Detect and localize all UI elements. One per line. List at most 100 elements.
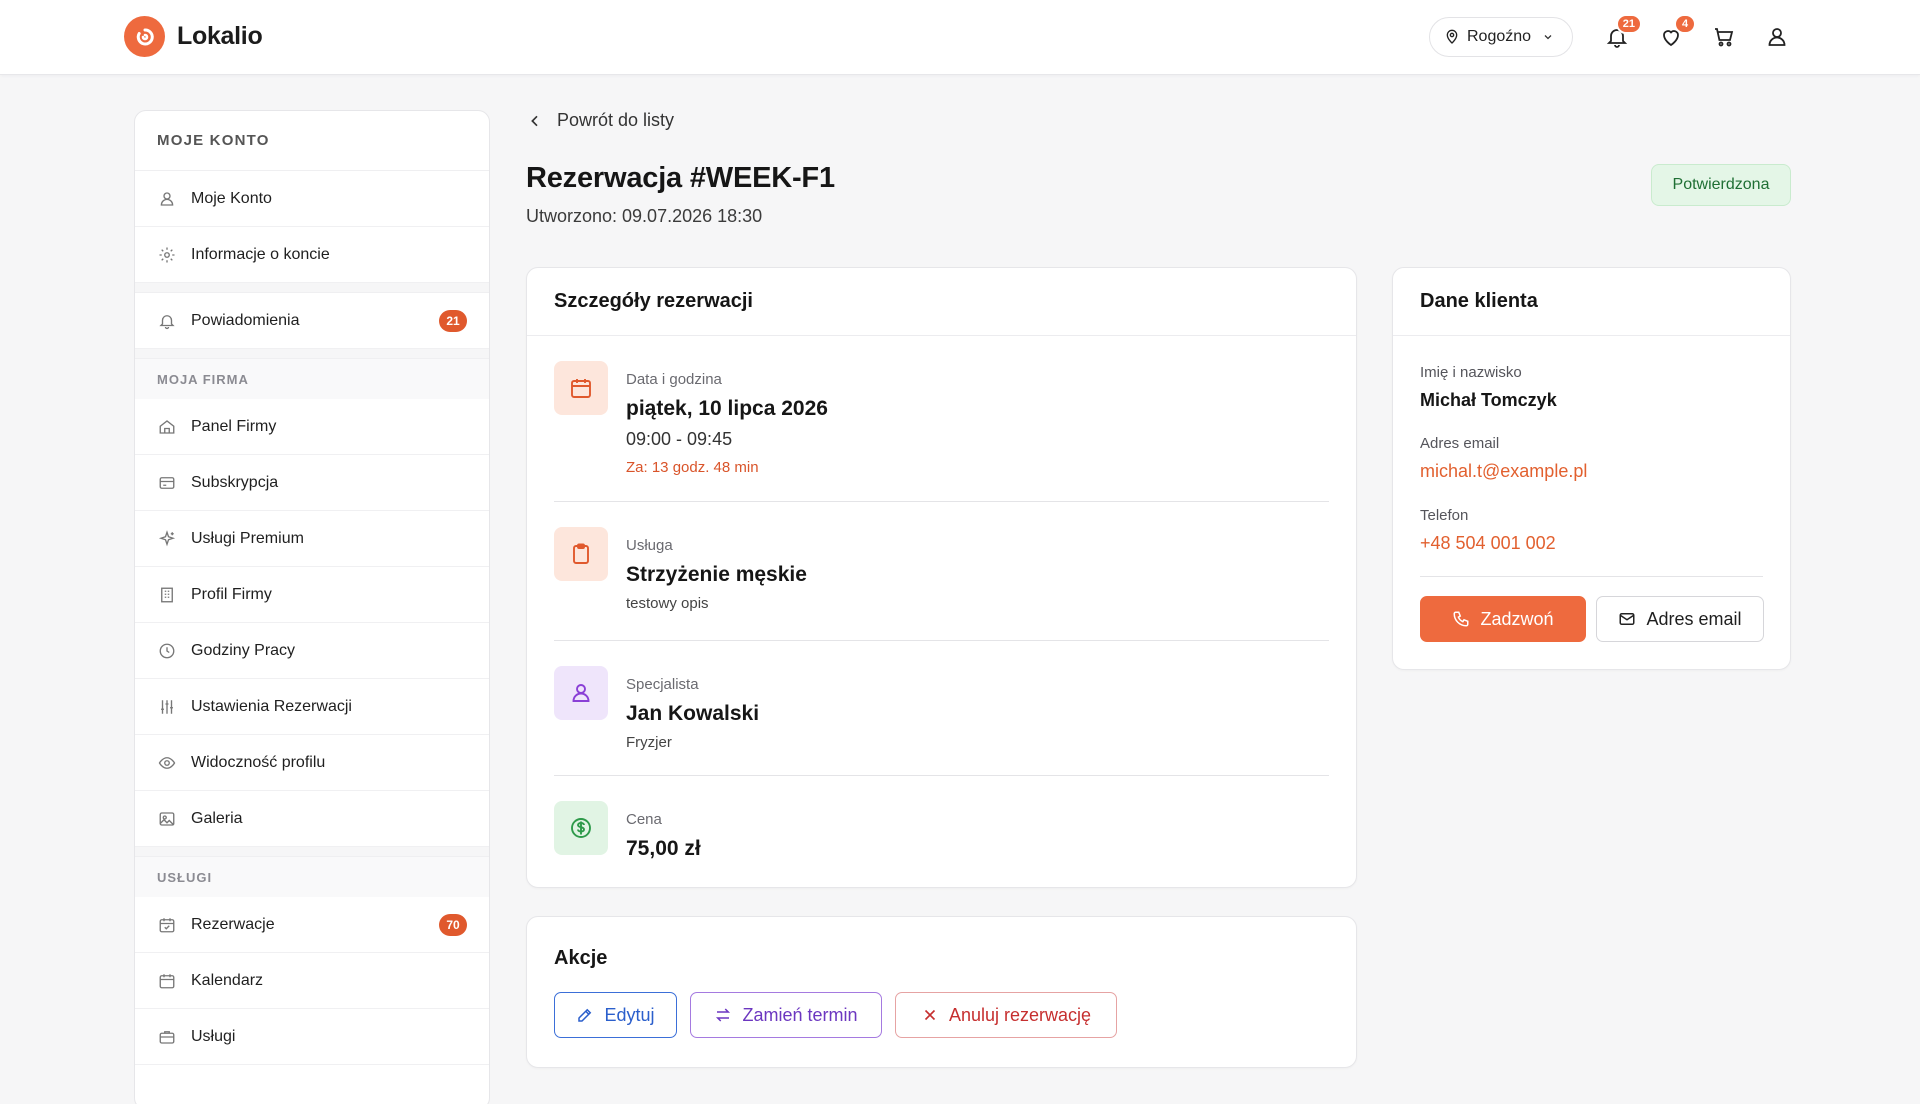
logo[interactable]: Lokalio — [124, 16, 263, 57]
gear-icon — [157, 245, 177, 265]
sidebar: MOJE KONTO Moje Konto Informacje o konci… — [134, 110, 490, 1104]
user-icon — [554, 666, 608, 720]
card-icon — [157, 473, 177, 493]
email-label: Adres email — [1420, 435, 1500, 452]
email-button-label: Adres email — [1646, 608, 1742, 629]
price-label: Cena — [626, 811, 662, 828]
sidebar-divider — [135, 847, 489, 857]
logo-text: Lokalio — [177, 22, 263, 50]
phone-link[interactable]: +48 504 001 002 — [1420, 533, 1556, 554]
notifications-button[interactable]: 21 — [1602, 14, 1642, 52]
edit-icon — [576, 1006, 594, 1024]
sidebar-item-informacje[interactable]: Informacje o koncie — [135, 227, 489, 283]
countdown: Za: 13 godz. 48 min — [626, 459, 759, 476]
sidebar-item-ustawienia-rezerwacji[interactable]: Ustawienia Rezerwacji — [135, 679, 489, 735]
sidebar-item-label: Ustawienia Rezerwacji — [191, 697, 352, 715]
chevron-down-icon — [1542, 31, 1554, 43]
sidebar-item-label: Widoczność profilu — [191, 753, 326, 771]
email-link[interactable]: michal.t@example.pl — [1420, 461, 1587, 482]
sidebar-item-galeria[interactable]: Galeria — [135, 791, 489, 847]
actions-card: Akcje Edytuj Zamień termin Anuluj rezerw… — [526, 916, 1357, 1068]
sidebar-item-label: Subskrypcja — [191, 473, 279, 491]
call-button[interactable]: Zadzwoń — [1420, 596, 1586, 642]
bell-icon — [157, 311, 177, 331]
sidebar-heading: MOJE KONTO — [135, 111, 489, 171]
sidebar-item-rezerwacje[interactable]: Rezerwacje 70 — [135, 897, 489, 953]
edit-label: Edytuj — [604, 1004, 655, 1025]
divider — [1420, 576, 1763, 577]
back-to-list-link[interactable]: Powrót do listy — [527, 110, 674, 131]
top-bar: Lokalio Rogoźno 21 4 — [0, 0, 1920, 75]
service-description: testowy opis — [626, 595, 709, 612]
sidebar-item-uslugi-premium[interactable]: Usługi Premium — [135, 511, 489, 567]
client-card: Dane klienta Imię i nazwisko Michał Tomc… — [1392, 267, 1791, 670]
card-heading: Szczegóły rezerwacji — [527, 268, 1356, 336]
sidebar-item-subskrypcja[interactable]: Subskrypcja — [135, 455, 489, 511]
date-value: piątek, 10 lipca 2026 — [626, 397, 828, 420]
calendar-icon — [554, 361, 608, 415]
price-value: 75,00 zł — [626, 837, 701, 860]
cart-icon — [1712, 25, 1736, 49]
sliders-icon — [157, 697, 177, 717]
page-title: Rezerwacja #WEEK-F1 — [526, 162, 835, 194]
sidebar-item-label: Panel Firmy — [191, 417, 277, 435]
specialist-value: Jan Kowalski — [626, 702, 760, 725]
favorites-button[interactable]: 4 — [1656, 14, 1696, 52]
created-date: Utworzono: 09.07.2026 18:30 — [526, 206, 763, 226]
client-heading: Dane klienta — [1393, 268, 1790, 336]
specialist-label: Specjalista — [626, 676, 699, 693]
cancel-reservation-button[interactable]: Anuluj rezerwację — [895, 992, 1117, 1038]
account-button[interactable] — [1762, 22, 1792, 52]
sidebar-section-uslugi: USŁUGI — [135, 857, 489, 897]
sidebar-item-uslugi[interactable]: Usługi — [135, 1009, 489, 1065]
email-button[interactable]: Adres email — [1596, 596, 1764, 642]
building-icon — [157, 585, 177, 605]
status-badge: Potwierdzona — [1651, 164, 1791, 206]
sidebar-item-powiadomienia[interactable]: Powiadomienia 21 — [135, 293, 489, 349]
call-label: Zadzwoń — [1480, 608, 1554, 629]
sidebar-item-label: Galeria — [191, 809, 243, 827]
name-label: Imię i nazwisko — [1420, 364, 1522, 381]
sidebar-item-kalendarz[interactable]: Kalendarz — [135, 953, 489, 1009]
sidebar-item-widocznosc-profilu[interactable]: Widoczność profilu — [135, 735, 489, 791]
sparkles-icon — [157, 529, 177, 549]
mail-icon — [1618, 610, 1636, 628]
divider — [554, 501, 1329, 502]
sidebar-item-moje-konto[interactable]: Moje Konto — [135, 171, 489, 227]
name-value: Michał Tomczyk — [1420, 390, 1557, 410]
sidebar-item-label: Powiadomienia — [191, 311, 300, 329]
sidebar-item-profil-firmy[interactable]: Profil Firmy — [135, 567, 489, 623]
detail-date: Data i godzina piątek, 10 lipca 2026 09:… — [554, 361, 1329, 476]
map-pin-icon — [1444, 29, 1460, 45]
edit-button[interactable]: Edytuj — [554, 992, 677, 1038]
logo-icon — [124, 16, 165, 57]
image-icon — [157, 809, 177, 829]
phone-icon — [1452, 610, 1470, 628]
sidebar-item-label: Profil Firmy — [191, 585, 272, 603]
detail-service: Usługa Strzyżenie męskie testowy opis — [554, 527, 1329, 612]
clock-icon — [157, 641, 177, 661]
calendar-icon — [157, 971, 177, 991]
reservations-count-badge: 70 — [439, 913, 467, 936]
swap-label: Zamień termin — [742, 1004, 858, 1025]
sidebar-item-godziny-pracy[interactable]: Godziny Pracy — [135, 623, 489, 679]
client-name-field: Imię i nazwisko Michał Tomczyk — [1420, 364, 1557, 411]
client-phone-field: Telefon +48 504 001 002 — [1420, 507, 1556, 554]
cart-button[interactable] — [1709, 22, 1739, 52]
calendar-check-icon — [157, 915, 177, 935]
sidebar-item-label: Usługi — [191, 1027, 236, 1045]
swap-term-button[interactable]: Zamień termin — [690, 992, 882, 1038]
dollar-icon — [554, 801, 608, 855]
detail-price: Cena 75,00 zł — [554, 801, 1329, 861]
user-icon — [157, 189, 177, 209]
notifications-count-badge: 21 — [439, 309, 467, 332]
detail-specialist: Specjalista Jan Kowalski Fryzjer — [554, 666, 1329, 751]
location-label: Rogoźno — [1467, 28, 1532, 45]
actions-heading: Akcje — [554, 947, 608, 969]
sidebar-item-panel-firmy[interactable]: Panel Firmy — [135, 399, 489, 455]
back-label: Powrót do listy — [557, 110, 675, 130]
divider — [554, 775, 1329, 776]
home-icon — [157, 417, 177, 437]
location-selector[interactable]: Rogoźno — [1429, 17, 1573, 57]
service-label: Usługa — [626, 537, 673, 554]
